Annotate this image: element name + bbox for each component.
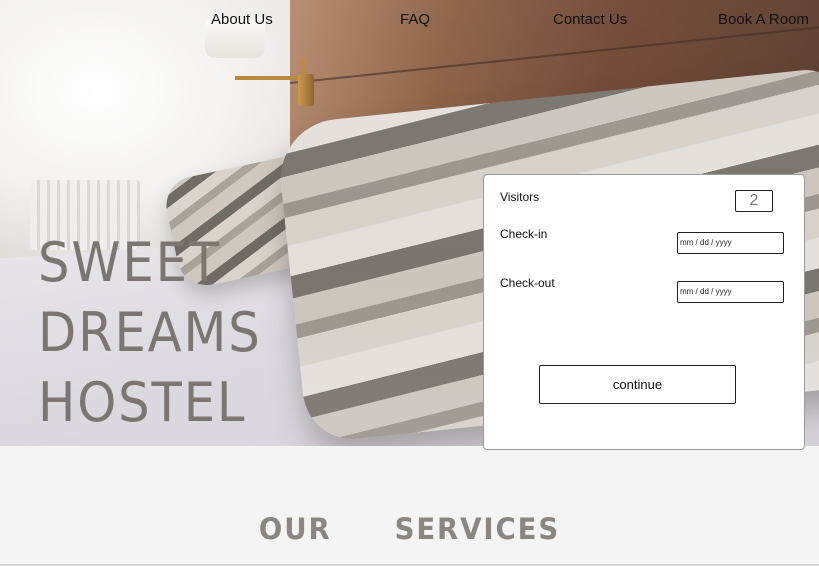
- check-out-label: Check-out: [500, 276, 555, 290]
- services-heading: OUR SERVICES: [258, 512, 561, 546]
- continue-button[interactable]: continue: [539, 365, 736, 404]
- check-in-date-input[interactable]: mm / dd / yyyy: [677, 232, 784, 254]
- booking-form: Visitors Check-in mm / dd / yyyy Check-o…: [483, 174, 805, 450]
- hero-title: SWEET DREAMS HOSTEL: [38, 228, 262, 438]
- hero-title-line-1: SWEET: [38, 231, 221, 294]
- visitors-input[interactable]: [735, 190, 773, 212]
- check-out-date-input[interactable]: mm / dd / yyyy: [677, 281, 784, 303]
- check-in-label: Check-in: [500, 227, 548, 241]
- nav-link-book-a-room[interactable]: Book A Room: [718, 11, 809, 28]
- nav-link-faq[interactable]: FAQ: [400, 11, 430, 28]
- visitors-label: Visitors: [500, 190, 540, 204]
- nav-link-contact-us[interactable]: Contact Us: [553, 11, 627, 28]
- nav-link-about-us[interactable]: About Us: [211, 11, 273, 28]
- hero-title-line-2: DREAMS: [38, 301, 262, 364]
- hero-title-line-3: HOSTEL: [38, 371, 247, 434]
